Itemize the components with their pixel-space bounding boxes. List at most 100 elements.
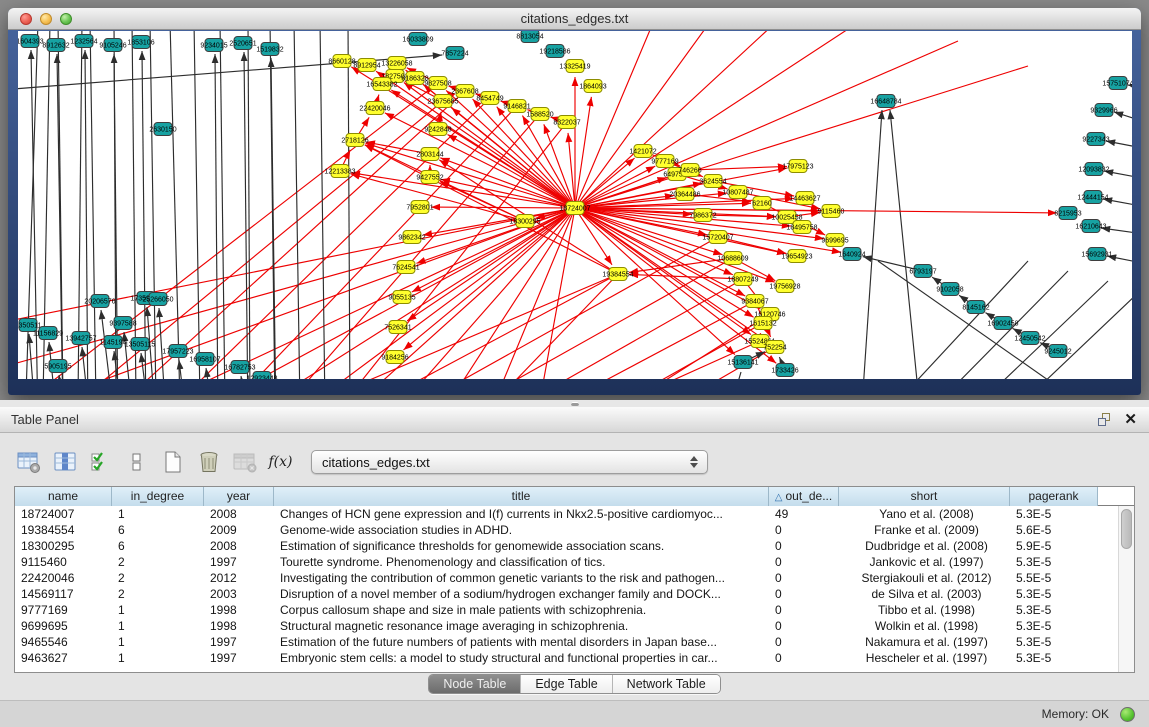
graph-node-label: 19218586 [539, 49, 570, 56]
cell-short: Franke et al. (2009) [839, 522, 1010, 538]
graph-node-label: 1853106 [127, 40, 154, 47]
network-graph-canvas[interactable]: 1872400786601288912954132260581827503165… [18, 31, 1132, 379]
table-row[interactable]: 977716911998Corpus callosum shape and si… [15, 602, 1118, 618]
table-row[interactable]: 911546021997Tourette syndrome. Phenomeno… [15, 554, 1118, 570]
table-settings-button[interactable] [15, 449, 42, 475]
graph-node-label: 16033809 [402, 37, 433, 44]
select-rows-icon [89, 450, 113, 474]
graph-node-label: 1519832 [256, 47, 283, 54]
cell-out_de: 0 [769, 586, 839, 602]
network-window: citations_edges.txt 18724007866012889129… [8, 8, 1141, 395]
cell-year: 2008 [204, 538, 274, 554]
graph-node-label: 23675685 [427, 99, 458, 106]
cell-out_de: 0 [769, 538, 839, 554]
cell-pagerank: 5.3E-5 [1010, 506, 1098, 522]
column-header-out_de[interactable]: △out_de... [769, 487, 839, 506]
graph-node-label: 19756928 [769, 284, 800, 291]
table-row[interactable]: 1830029562008Estimation of significance … [15, 538, 1118, 554]
column-header-year[interactable]: year [204, 487, 274, 506]
delete-table-button[interactable] [231, 449, 258, 475]
cell-title: Structural magnetic resonance image aver… [274, 618, 769, 634]
cell-short: Dudbridge et al. (2008) [839, 538, 1010, 554]
tab-node-table[interactable]: Node Table [429, 675, 521, 693]
row-height-button[interactable] [123, 449, 150, 475]
float-panel-icon[interactable] [1098, 413, 1112, 427]
cell-pagerank: 5.3E-5 [1010, 650, 1098, 666]
cell-year: 1997 [204, 554, 274, 570]
graph-node-label: 7624541 [392, 265, 419, 272]
table-row[interactable]: 946554611997Estimation of the future num… [15, 634, 1118, 650]
graph-node-label: 9115460 [818, 209, 845, 216]
close-panel-icon[interactable]: ✕ [1124, 413, 1137, 427]
cell-out_de: 0 [769, 570, 839, 586]
trash-icon [197, 450, 221, 474]
column-header-pagerank[interactable]: pagerank [1010, 487, 1098, 506]
show-column-button[interactable] [51, 449, 78, 475]
graph-node-label: 7857224 [441, 51, 468, 58]
cell-out_de: 0 [769, 554, 839, 570]
cell-in_degree: 1 [112, 634, 204, 650]
table-row[interactable]: 969969511998Structural magnetic resonanc… [15, 618, 1118, 634]
table-row[interactable]: 2242004622012Investigating the contribut… [15, 570, 1118, 586]
cell-short: de Silva et al. (2003) [839, 586, 1010, 602]
fx-icon: f(x) [268, 454, 292, 470]
graph-node-label: 9227343 [1082, 137, 1109, 144]
panel-title: Table Panel [11, 407, 79, 432]
cell-in_degree: 2 [112, 554, 204, 570]
graph-node-label: 7526341 [384, 325, 411, 332]
cell-in_degree: 6 [112, 522, 204, 538]
new-table-button[interactable] [159, 449, 186, 475]
graph-node-label: 1421072 [629, 149, 656, 156]
cell-out_de: 0 [769, 618, 839, 634]
table-selector-dropdown[interactable]: citations_edges.txt [311, 450, 708, 474]
cell-year: 1997 [204, 634, 274, 650]
network-graph[interactable]: 1872400786601288912954132260581827503165… [18, 31, 1132, 379]
graph-node-label: 19384554 [602, 272, 633, 279]
column-header-name[interactable]: name [15, 487, 112, 506]
tab-edge-table[interactable]: Edge Table [521, 675, 612, 693]
column-header-in_degree[interactable]: in_degree [112, 487, 204, 506]
cell-pagerank: 5.3E-5 [1010, 554, 1098, 570]
graph-node-label: 22420046 [359, 106, 390, 113]
graph-node-label: 9055135 [388, 295, 415, 302]
graph-node-label: 9329966 [1090, 108, 1117, 115]
graph-node-label: 17957223 [162, 349, 193, 356]
table-row[interactable]: 1872400712008Changes of HCN gene express… [15, 506, 1118, 522]
column-header-title[interactable]: title [274, 487, 769, 506]
graph-node-label: 3624554 [699, 179, 726, 186]
delete-rows-button[interactable] [195, 449, 222, 475]
graph-node-label: 7952801 [406, 205, 433, 212]
horizontal-splitter[interactable] [0, 400, 1149, 407]
window-titlebar[interactable]: citations_edges.txt [8, 8, 1141, 30]
cell-out_de: 0 [769, 650, 839, 666]
new-document-icon [161, 450, 185, 474]
table-row[interactable]: 946362711997Embryonic stem cells: a mode… [15, 650, 1118, 666]
cell-out_de: 0 [769, 602, 839, 618]
vertical-scrollbar[interactable] [1118, 506, 1134, 672]
column-header-short[interactable]: short [839, 487, 1010, 506]
window-title: citations_edges.txt [8, 8, 1141, 30]
graph-node-label: 2718126 [341, 138, 368, 145]
cell-pagerank: 5.3E-5 [1010, 618, 1098, 634]
graph-node-label: 15720407 [702, 235, 733, 242]
scrollbar-thumb[interactable] [1121, 509, 1132, 549]
graph-node-label: 14463627 [789, 196, 820, 203]
graph-node-label: 16902458 [987, 321, 1018, 328]
graph-node-label: 12213383 [324, 169, 355, 176]
cell-name: 9699695 [15, 618, 112, 634]
graph-node-label: 2520651 [229, 41, 256, 48]
function-builder-button[interactable]: f(x) [267, 449, 294, 475]
tab-network-table[interactable]: Network Table [613, 675, 720, 693]
splitter-grip[interactable] [571, 402, 579, 406]
cell-in_degree: 1 [112, 602, 204, 618]
graph-node-label: 18724007 [559, 206, 590, 213]
graph-node-label: 17975123 [782, 164, 813, 171]
table-tabs: Node Table Edge Table Network Table [0, 674, 1149, 694]
cell-year: 2003 [204, 586, 274, 602]
select-rows-button[interactable] [87, 449, 114, 475]
table-row[interactable]: 1938455462009Genome-wide association stu… [15, 522, 1118, 538]
graph-node-label: 2630150 [149, 127, 176, 134]
dropdown-arrows-icon [690, 456, 698, 468]
graph-node-label: 2803144 [416, 152, 443, 159]
table-row[interactable]: 1456911722003Disruption of a novel membe… [15, 586, 1118, 602]
